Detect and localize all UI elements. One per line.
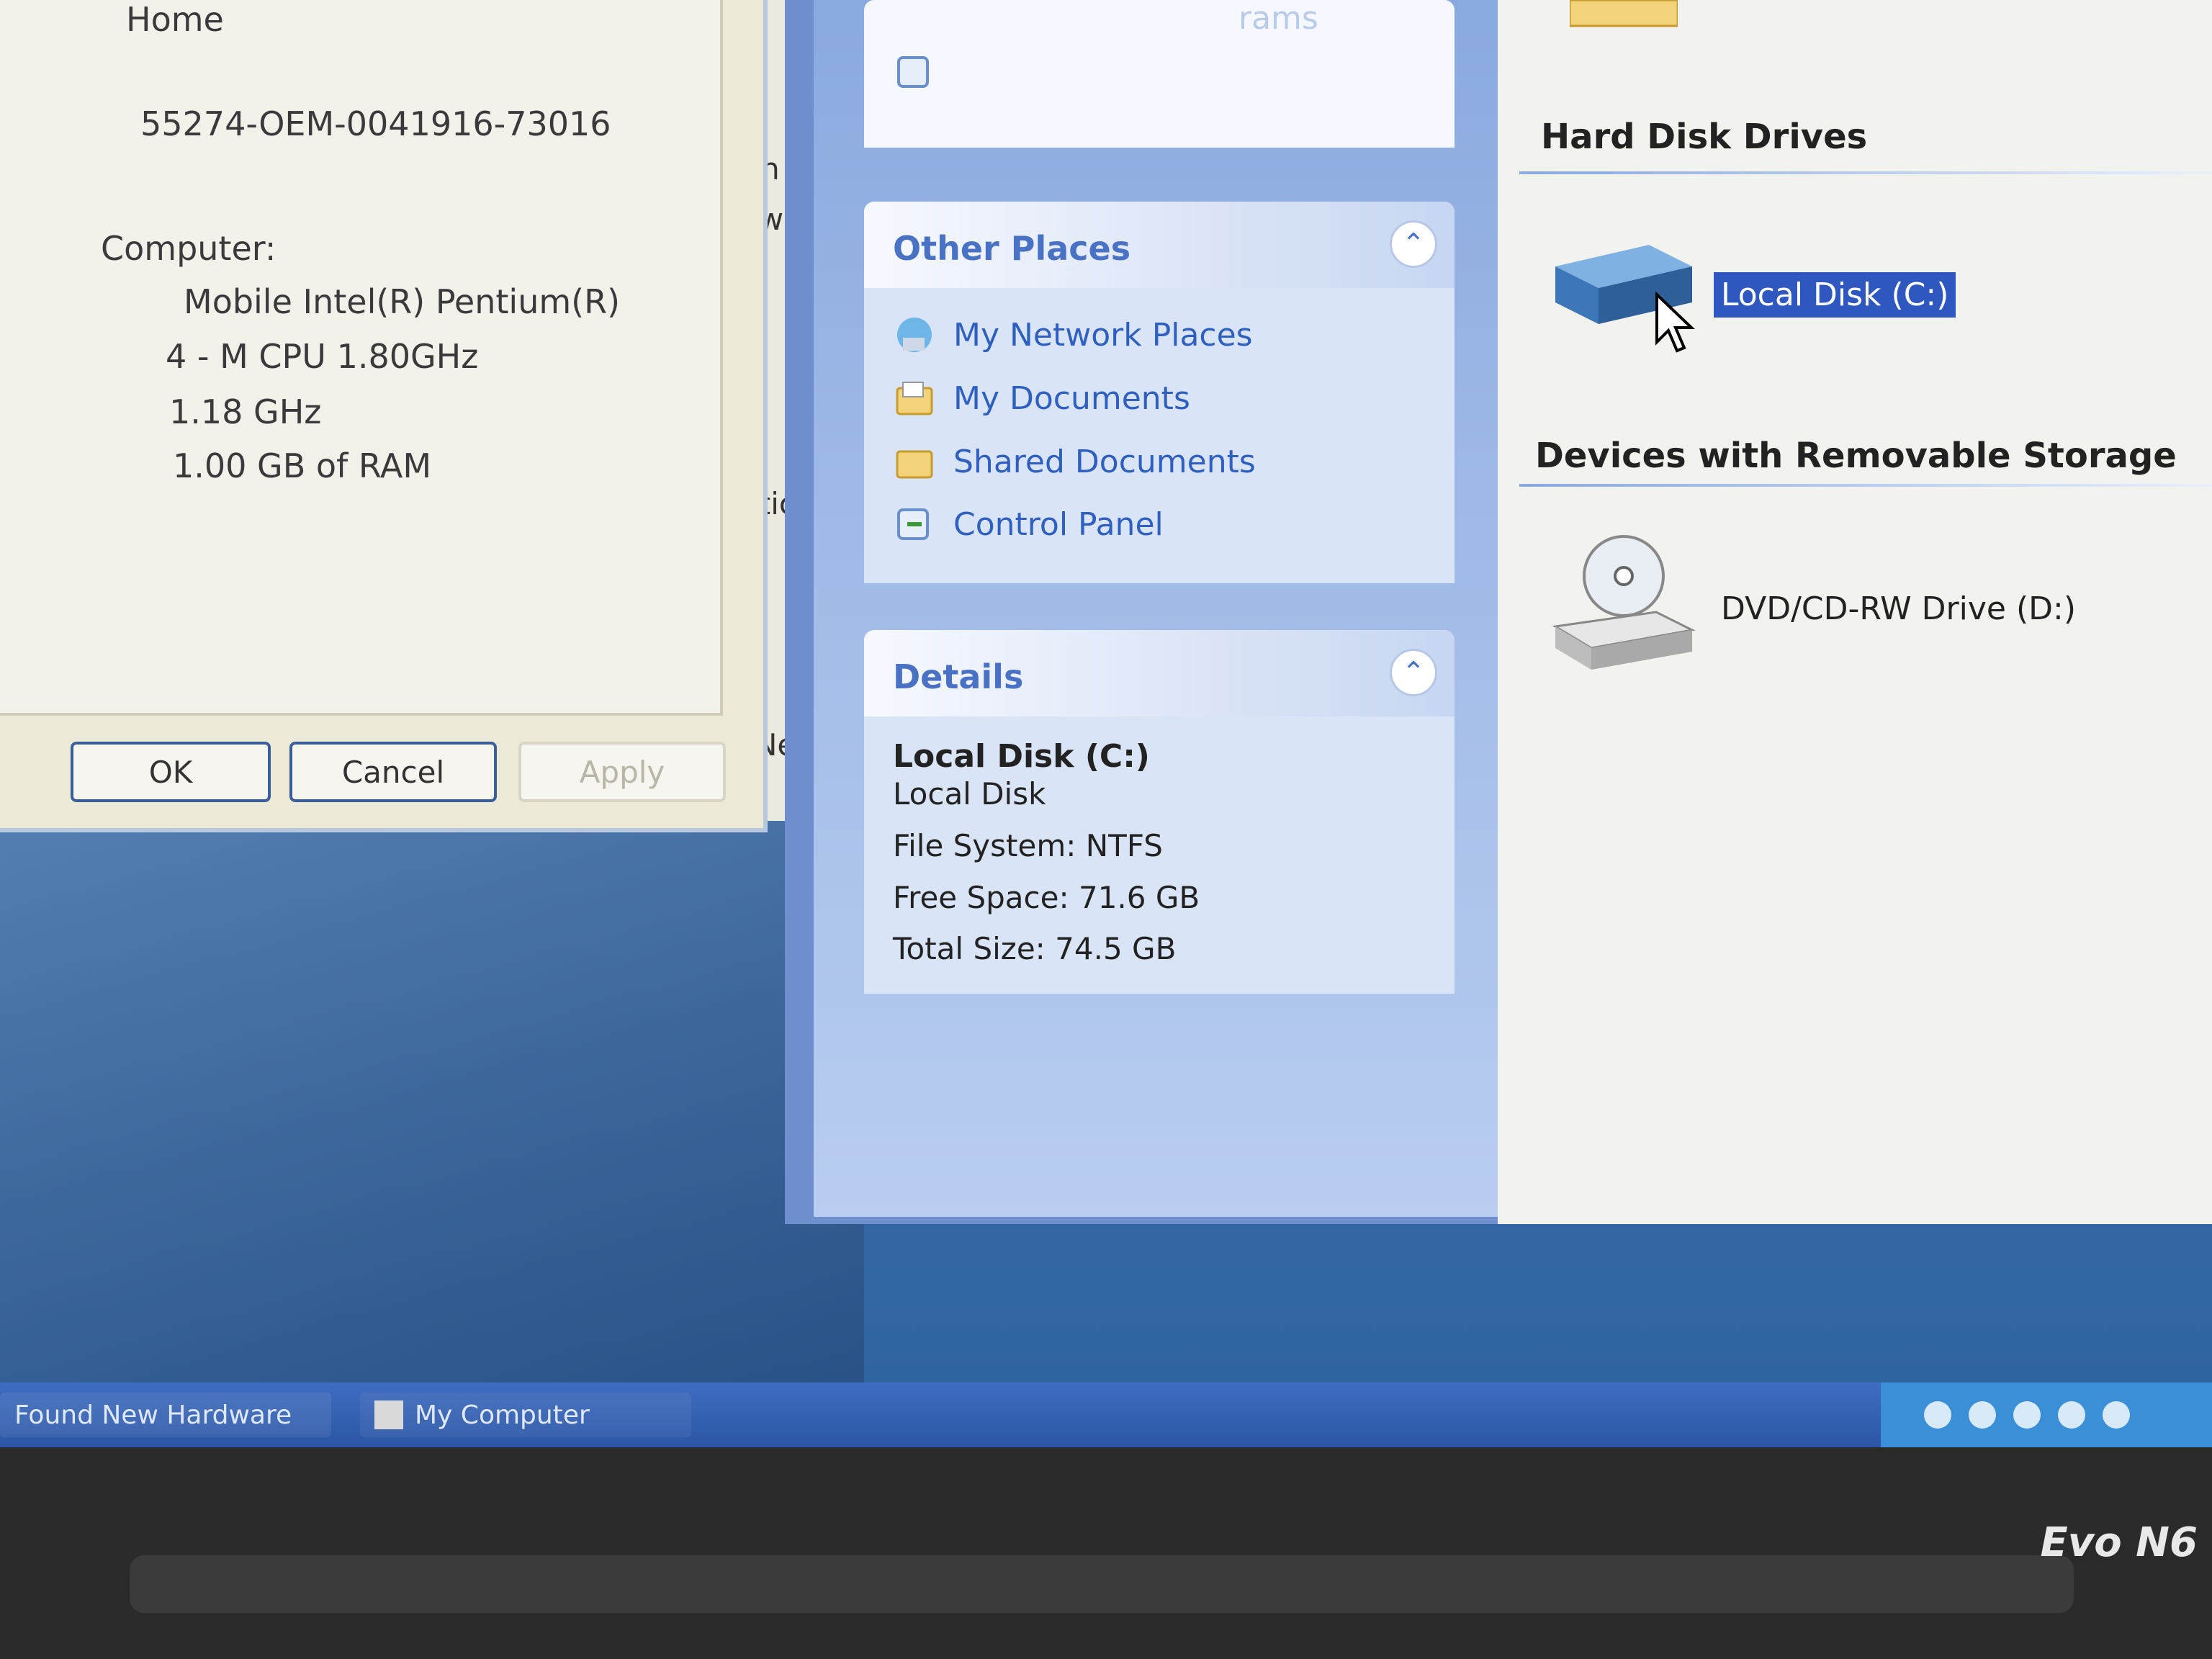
taskbar-item-my-computer[interactable]: My Computer (360, 1393, 691, 1437)
screen: ith ow ly atic Ne Home 55274-OEM-0041916… (0, 0, 2212, 1447)
section-divider (1519, 171, 2212, 174)
power-icon[interactable] (2058, 1401, 2085, 1429)
desktop-background (0, 806, 864, 1447)
ok-button[interactable]: OK (71, 742, 271, 802)
other-places-label: My Network Places (953, 316, 1253, 354)
other-places-item-documents[interactable]: My Documents (893, 377, 1190, 420)
control-panel-icon (897, 508, 929, 540)
local-disk-c-label: Local Disk (C:) (1714, 272, 1956, 318)
taskbar: Found New Hardware My Computer (0, 1382, 2212, 1447)
general-tab-panel: Home 55274-OEM-0041916-73016 Computer: M… (0, 0, 723, 716)
ram-amount: 1.00 GB of RAM (173, 446, 432, 485)
hard-disk-drives-heading: Hard Disk Drives (1541, 117, 1868, 157)
laptop-hinge (130, 1555, 2074, 1613)
details-free-space: Free Space: 71.6 GB (893, 880, 1200, 915)
other-places-item-control-panel[interactable]: Control Panel (893, 503, 1164, 546)
dvd-drive-d-label: DVD/CD-RW Drive (D:) (1721, 590, 2077, 627)
details-type: Local Disk (893, 776, 1046, 811)
taskbar-item-label: Found New Hardware (14, 1400, 292, 1430)
cpu-speed: 1.18 GHz (169, 392, 322, 431)
flag-icon[interactable] (1924, 1401, 1951, 1429)
other-places-label: Shared Documents (953, 443, 1256, 480)
collapse-chevron-icon[interactable]: ⌃ (1390, 220, 1437, 268)
network-icon[interactable] (1969, 1401, 1996, 1429)
cpu-line-2: 4 - M CPU 1.80GHz (166, 337, 479, 376)
section-divider (1519, 484, 2212, 487)
details-group: Details ⌃ Local Disk (C:) Local Disk Fil… (864, 630, 1455, 994)
task-link[interactable] (893, 50, 936, 94)
other-places-item-network[interactable]: My Network Places (893, 313, 1253, 356)
other-places-group: Other Places ⌃ My Network Places My Docu… (864, 202, 1455, 583)
taskbar-item-found-new-hardware[interactable]: Found New Hardware (0, 1393, 331, 1437)
product-id: 55274-OEM-0041916-73016 (140, 104, 611, 143)
other-places-label: Control Panel (953, 505, 1164, 543)
safely-remove-icon[interactable] (2013, 1401, 2041, 1429)
my-computer-window: rams Other Places ⌃ My Network Places My… (785, 0, 2212, 1224)
system-tray (1881, 1382, 2212, 1447)
taskbar-item-label: My Computer (415, 1400, 590, 1430)
network-places-icon (897, 318, 932, 352)
apply-button[interactable]: Apply (518, 742, 726, 802)
computer-label: Computer: (101, 229, 276, 268)
documents-folder-icon (896, 382, 933, 415)
system-properties-dialog: Home 55274-OEM-0041916-73016 Computer: M… (0, 0, 768, 832)
details-header[interactable]: Details ⌃ (864, 630, 1455, 716)
local-disk-c-item[interactable]: Local Disk (C:) (1541, 238, 1973, 360)
edition-text: Home (126, 0, 224, 39)
other-places-header[interactable]: Other Places ⌃ (864, 202, 1455, 288)
details-name: Local Disk (C:) (893, 738, 1150, 775)
computer-icon (374, 1401, 403, 1429)
dvd-drive-d-item[interactable]: DVD/CD-RW Drive (D:) (1548, 533, 2124, 691)
other-places-label: My Documents (953, 379, 1190, 417)
laptop-brand-logo: Evo N6 (2040, 1519, 2198, 1566)
partial-task-link[interactable]: rams (1238, 0, 1318, 37)
laptop-bezel (0, 1447, 2212, 1659)
system-tasks-group: rams (864, 0, 1455, 148)
mouse-cursor-icon (1655, 292, 1695, 353)
details-title: Details (893, 657, 1024, 696)
collapse-chevron-icon[interactable]: ⌃ (1390, 649, 1437, 696)
details-file-system: File System: NTFS (893, 828, 1163, 863)
cpu-line-1: Mobile Intel(R) Pentium(R) (184, 282, 621, 321)
other-places-title: Other Places (893, 229, 1131, 268)
folder-icon (1570, 0, 1678, 27)
explorer-content-area: Hard Disk Drives Local Disk (C:) Devices… (1498, 0, 2212, 1224)
cancel-button[interactable]: Cancel (289, 742, 497, 802)
other-places-item-shared[interactable]: Shared Documents (893, 440, 1256, 483)
explorer-task-pane: rams Other Places ⌃ My Network Places My… (814, 0, 1498, 1217)
volume-icon[interactable] (2103, 1401, 2130, 1429)
removable-storage-heading: Devices with Removable Storage (1535, 436, 2177, 476)
shared-folder-icon (896, 450, 933, 479)
dvd-drive-icon (1552, 535, 1696, 670)
details-total-size: Total Size: 74.5 GB (893, 931, 1177, 966)
control-panel-icon (897, 56, 929, 88)
